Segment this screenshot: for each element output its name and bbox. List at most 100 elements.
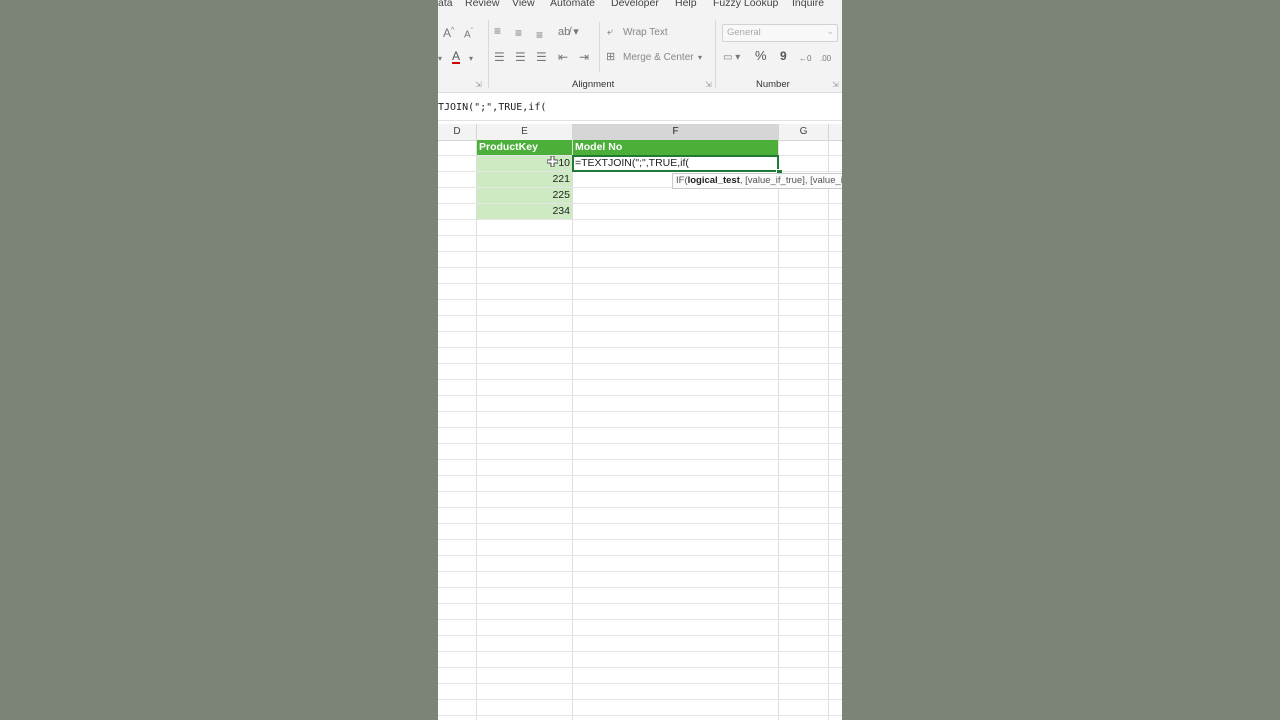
grid-row-line xyxy=(438,507,842,508)
align-top-icon[interactable]: ≡ xyxy=(494,24,501,38)
column-header-d[interactable]: D xyxy=(438,124,477,140)
grid-row-line xyxy=(438,699,842,700)
grid-row-line xyxy=(438,347,842,348)
formula-text[interactable]: TJOIN(";",TRUE,if( xyxy=(438,102,546,113)
active-cell-f2[interactable]: =TEXTJOIN(";",TRUE,if( xyxy=(572,155,779,172)
wrap-text-button[interactable]: Wrap Text xyxy=(623,27,668,38)
column-headers: D E F G xyxy=(438,124,842,141)
font-color-dropdown-icon[interactable]: ▾ xyxy=(469,52,473,66)
grid-row-line xyxy=(438,267,842,268)
align-center-icon[interactable]: ☰ xyxy=(515,50,526,64)
tab-view[interactable]: View xyxy=(512,0,535,9)
align-left-icon[interactable]: ☰ xyxy=(494,50,505,64)
function-tooltip[interactable]: IF(logical_test, [value_if_true], [value… xyxy=(672,173,842,189)
tab-fuzzy-lookup[interactable]: Fuzzy Lookup xyxy=(713,0,778,9)
decrease-font-icon[interactable]: Aˇ xyxy=(464,25,473,42)
grid-row-line xyxy=(438,539,842,540)
increase-indent-icon[interactable]: ⇥ xyxy=(579,50,589,64)
percent-style-button[interactable]: % xyxy=(755,49,767,63)
ribbon-separator xyxy=(599,22,600,72)
grid-row-line xyxy=(438,667,842,668)
merge-dropdown-icon[interactable]: ▾ xyxy=(698,51,702,65)
increase-decimal-icon[interactable]: ←0 xyxy=(799,52,811,66)
grid-row-line xyxy=(438,619,842,620)
grid-row-line xyxy=(438,395,842,396)
ribbon-separator xyxy=(488,20,489,88)
productkey-cell[interactable]: 234 xyxy=(477,204,572,219)
number-format-select[interactable]: General ⌄ xyxy=(722,24,838,42)
merge-center-button[interactable]: Merge & Center xyxy=(623,52,694,63)
grid-row-line xyxy=(438,331,842,332)
fill-dropdown-icon[interactable]: ▾ xyxy=(438,52,442,66)
tab-help[interactable]: Help xyxy=(675,0,697,9)
number-format-value: General xyxy=(727,27,761,38)
grid-line xyxy=(778,140,779,720)
grid-row-line xyxy=(438,587,842,588)
column-header-f[interactable]: F xyxy=(573,124,779,140)
header-cell-model-no[interactable]: Model No xyxy=(573,140,778,155)
active-cell-formula[interactable]: =TEXTJOIN(";",TRUE,if( xyxy=(575,157,689,170)
tooltip-current-arg: logical_test xyxy=(687,175,740,186)
grid-row-line xyxy=(438,683,842,684)
formula-bar[interactable]: TJOIN(";",TRUE,if( xyxy=(438,96,842,121)
align-bottom-icon[interactable]: ≡ xyxy=(536,28,543,42)
grid-row-line xyxy=(438,219,842,220)
decrease-decimal-icon[interactable]: .00 xyxy=(820,52,831,66)
ribbon-separator xyxy=(715,20,716,88)
productkey-cell[interactable]: 221 xyxy=(477,172,572,187)
cell-select-cursor-icon xyxy=(547,156,558,167)
grid-line xyxy=(572,140,573,720)
menu-bar: ata Review View Automate Developer Help … xyxy=(438,0,842,12)
grid-row-line xyxy=(438,603,842,604)
merge-center-icon[interactable]: ⊞ xyxy=(606,50,615,64)
grid-row-line xyxy=(438,443,842,444)
align-middle-icon[interactable]: ≡ xyxy=(515,26,522,40)
grid-row-line xyxy=(438,427,842,428)
chevron-down-icon: ⌄ xyxy=(826,26,834,36)
header-cell-productkey[interactable]: ProductKey xyxy=(477,140,572,155)
grid-row-line xyxy=(438,555,842,556)
grid-row-line xyxy=(438,523,842,524)
grid-row-line xyxy=(438,651,842,652)
align-right-icon[interactable]: ☰ xyxy=(536,50,547,64)
font-launcher-icon[interactable]: ⇲ xyxy=(475,80,482,89)
font-color-icon[interactable]: A xyxy=(452,50,461,64)
grid-row-line xyxy=(438,379,842,380)
orientation-icon[interactable]: ab̸ ▾ xyxy=(558,25,579,39)
alignment-group-label: Alignment xyxy=(572,79,615,90)
tooltip-remaining-args: , [value_if_true], [value_if_f xyxy=(739,175,842,186)
grid-line xyxy=(476,140,477,720)
tab-inquire[interactable]: Inquire xyxy=(792,0,824,9)
grid-row-line xyxy=(438,411,842,412)
productkey-cell[interactable]: 225 xyxy=(477,188,572,203)
tooltip-function-name[interactable]: IF( xyxy=(676,175,688,186)
grid-row-line xyxy=(438,635,842,636)
grid-row-line xyxy=(438,315,842,316)
tab-automate[interactable]: Automate xyxy=(550,0,595,9)
decrease-indent-icon[interactable]: ⇤ xyxy=(558,50,568,64)
tab-review[interactable]: Review xyxy=(465,0,499,9)
alignment-launcher-icon[interactable]: ⇲ xyxy=(705,80,712,89)
grid-row-line xyxy=(438,299,842,300)
grid-row-line xyxy=(438,491,842,492)
tab-developer[interactable]: Developer xyxy=(611,0,659,9)
wrap-text-icon[interactable]: ⤶ xyxy=(607,25,613,39)
comma-style-button[interactable]: 9 xyxy=(780,49,787,63)
increase-font-icon[interactable]: A^ xyxy=(443,24,454,40)
grid-row-line xyxy=(438,251,842,252)
grid-line xyxy=(828,140,829,720)
grid-row-line xyxy=(438,235,842,236)
grid-row-line xyxy=(438,475,842,476)
ribbon: A^ Aˇ A ▾ ▾ ⇲ ≡ ≡ ≡ ab̸ ▾ ☰ ☰ ☰ ⇤ ⇥ ⤶ Wr… xyxy=(438,12,842,93)
column-header-e[interactable]: E xyxy=(477,124,573,140)
number-group-label: Number xyxy=(756,79,790,90)
column-header-g[interactable]: G xyxy=(779,124,829,140)
excel-window: ata Review View Automate Developer Help … xyxy=(438,0,842,720)
accounting-format-icon[interactable]: ▭ ▾ xyxy=(723,51,740,65)
number-launcher-icon[interactable]: ⇲ xyxy=(832,80,839,89)
grid-row-line xyxy=(438,283,842,284)
grid-row-line xyxy=(438,459,842,460)
grid-row-line xyxy=(438,571,842,572)
grid-row-line xyxy=(438,715,842,716)
tab-data[interactable]: ata xyxy=(438,0,453,9)
